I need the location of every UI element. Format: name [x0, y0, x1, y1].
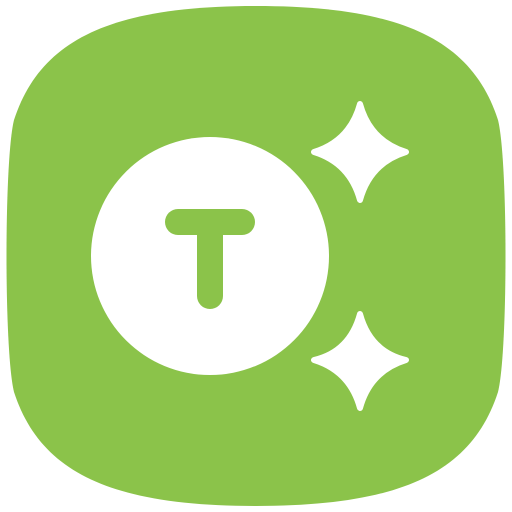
app-icon[interactable] — [0, 0, 512, 512]
app-icon-graphic — [6, 6, 506, 506]
